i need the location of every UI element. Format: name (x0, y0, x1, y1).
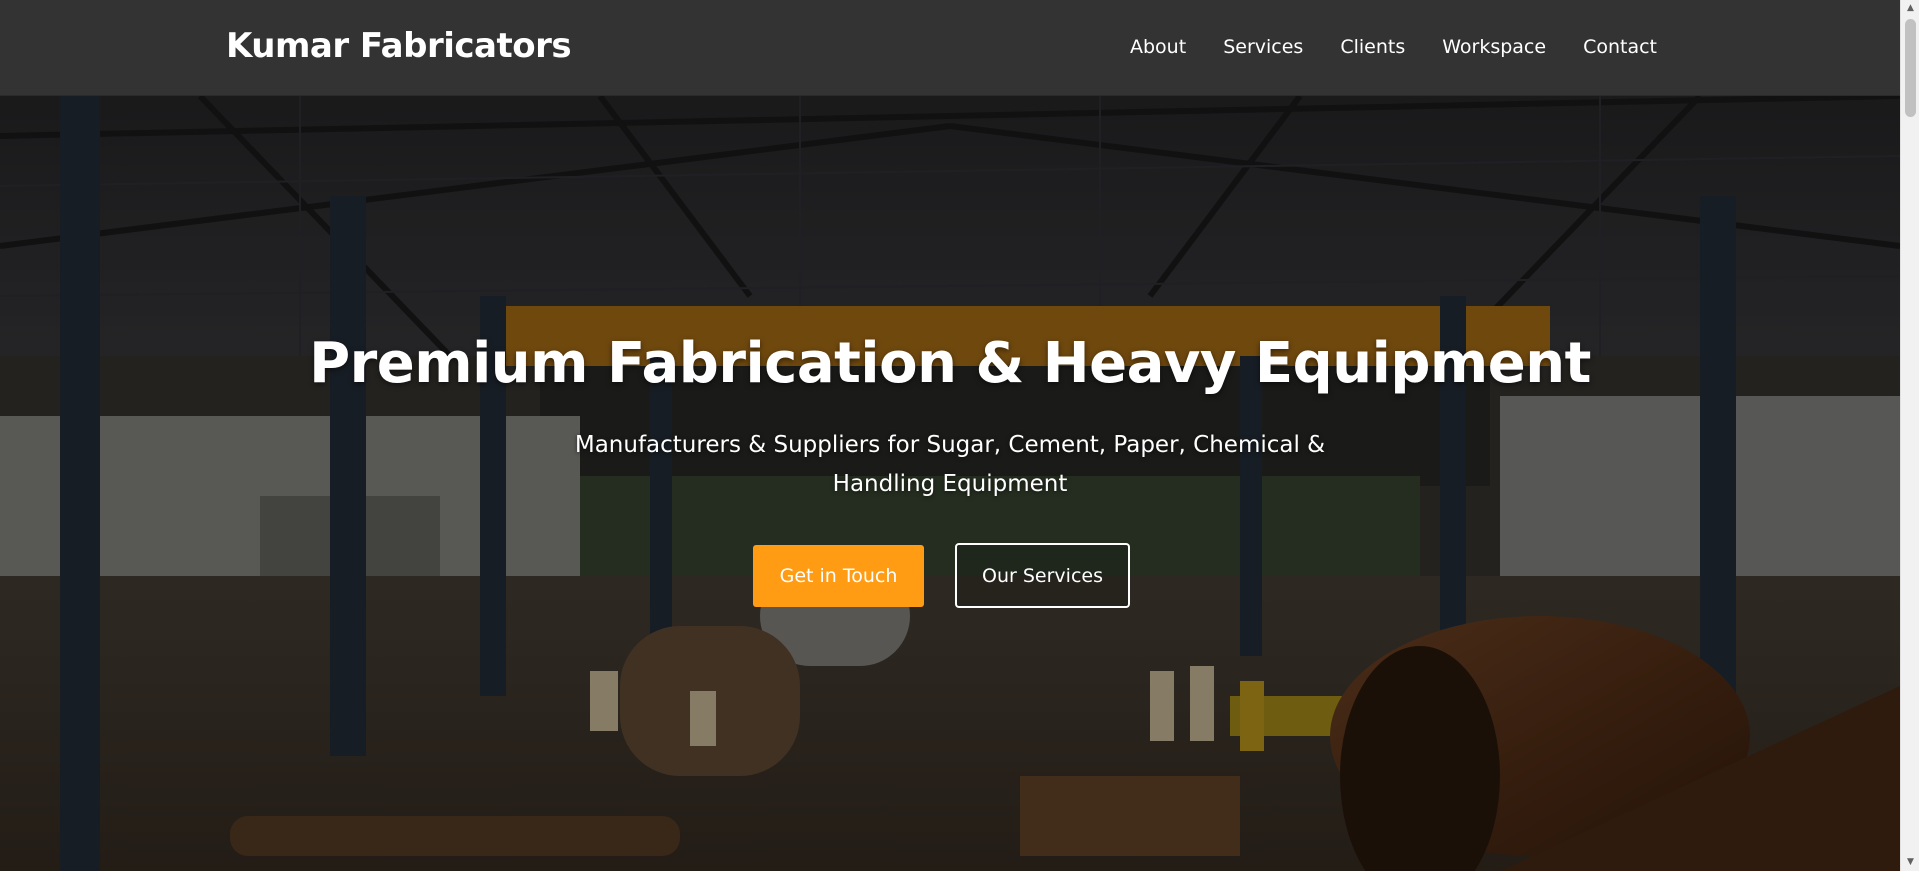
brand-logo[interactable]: Kumar Fabricators (226, 26, 572, 66)
nav-about[interactable]: About (1130, 36, 1186, 58)
scrollbar-thumb[interactable] (1905, 19, 1916, 117)
nav-contact[interactable]: Contact (1583, 36, 1657, 58)
nav-clients[interactable]: Clients (1340, 36, 1405, 58)
hero-subtitle: Manufacturers & Suppliers for Sugar, Cem… (574, 432, 1326, 497)
our-services-button[interactable]: Our Services (955, 543, 1130, 608)
main-nav: About Services Clients Workspace Contact (1130, 36, 1657, 58)
get-in-touch-button[interactable]: Get in Touch (753, 545, 924, 607)
scroll-down-arrow-icon[interactable]: ▼ (1901, 854, 1919, 871)
vertical-scrollbar[interactable]: ▲ ▼ (1900, 0, 1919, 871)
scroll-up-arrow-icon[interactable]: ▲ (1901, 0, 1919, 17)
nav-services[interactable]: Services (1223, 36, 1303, 58)
page: Kumar Fabricators About Services Clients… (0, 0, 1919, 871)
site-header: Kumar Fabricators About Services Clients… (0, 0, 1900, 96)
hero-title: Premium Fabrication & Heavy Equipment (309, 331, 1591, 396)
hero-section: Premium Fabrication & Heavy Equipment Ma… (0, 96, 1900, 871)
nav-workspace[interactable]: Workspace (1442, 36, 1546, 58)
